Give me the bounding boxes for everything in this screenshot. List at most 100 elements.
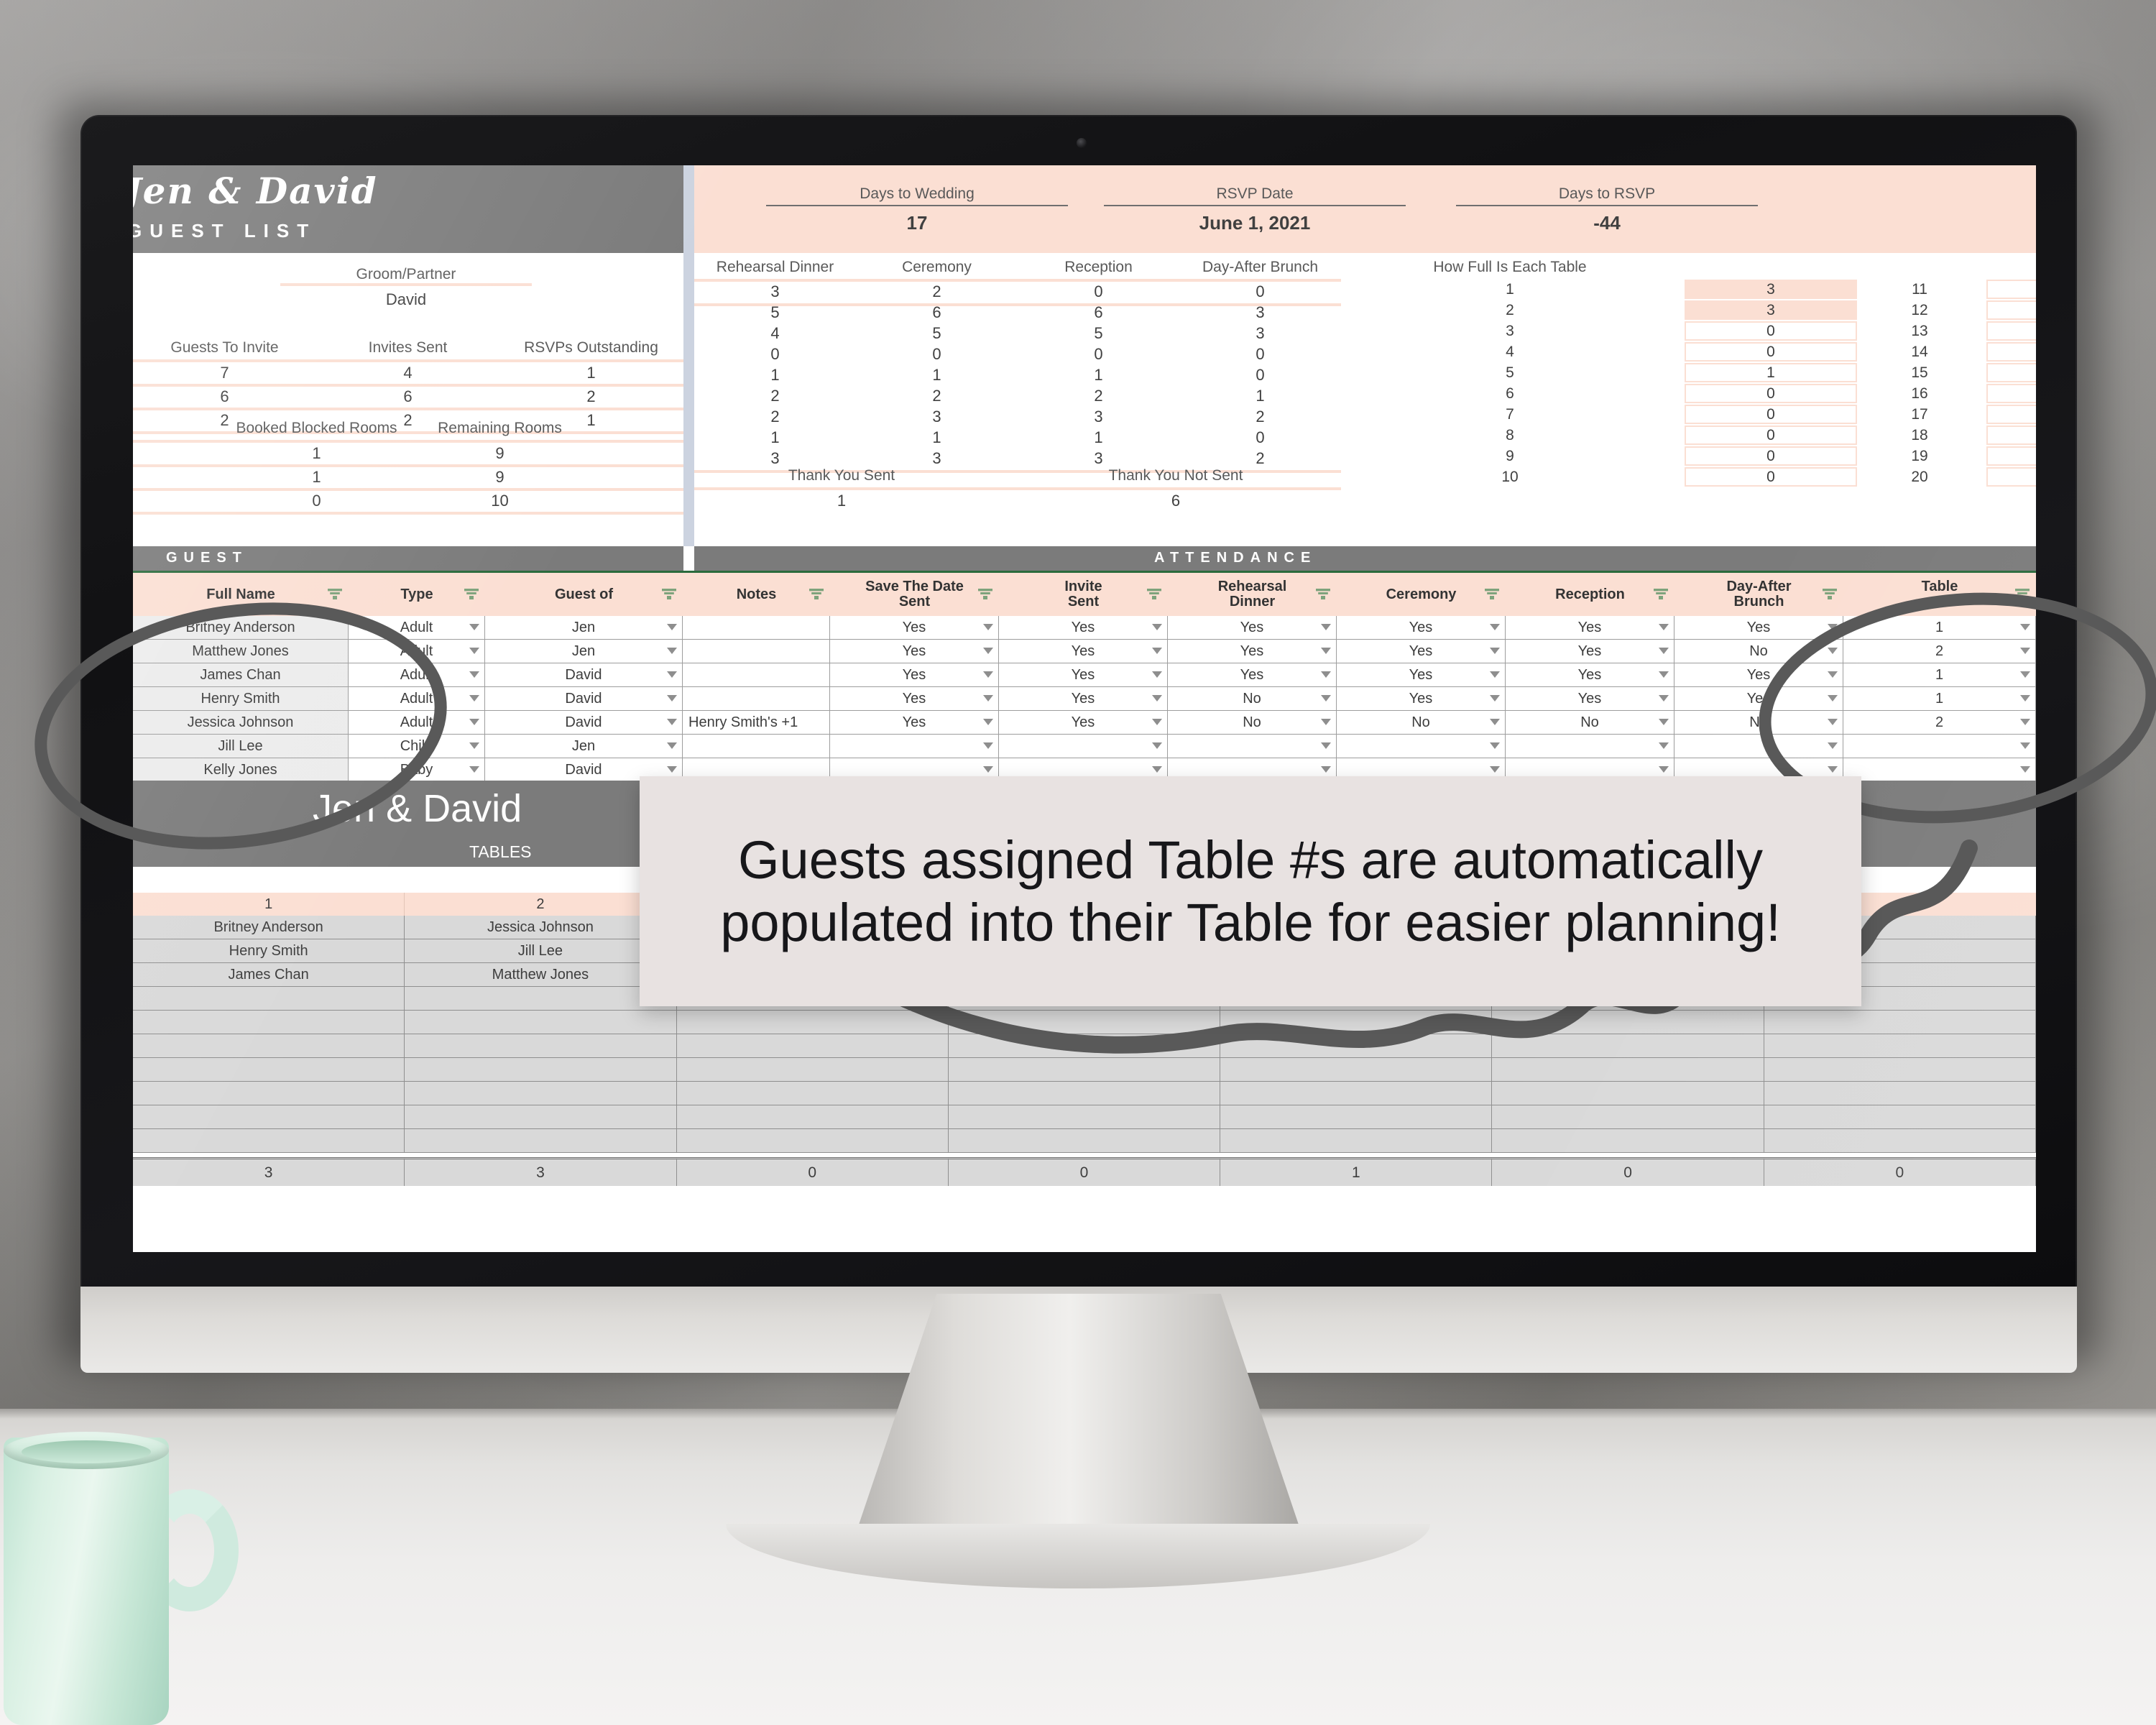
cell-table[interactable]: 1	[1843, 616, 2036, 640]
cell-ceremony[interactable]: Yes	[1337, 616, 1506, 640]
seat-cell[interactable]: Matthew Jones	[405, 963, 677, 987]
cell-ceremony[interactable]	[1337, 735, 1506, 758]
filter-icon[interactable]	[1485, 589, 1499, 600]
cell-reception[interactable]: Yes	[1506, 663, 1674, 687]
dropdown-caret-icon[interactable]	[469, 766, 479, 773]
seat-cell[interactable]	[133, 1129, 405, 1153]
dropdown-caret-icon[interactable]	[1152, 671, 1162, 678]
table-fullness-cell[interactable]	[1986, 467, 2036, 487]
dropdown-caret-icon[interactable]	[983, 624, 993, 630]
seat-cell[interactable]	[948, 1129, 1221, 1153]
seat-cell[interactable]	[1492, 1105, 1764, 1129]
dropdown-caret-icon[interactable]	[1828, 695, 1838, 702]
column-header-full-name[interactable]: Full Name	[133, 573, 349, 616]
table-fullness-cell[interactable]	[1986, 342, 2036, 362]
seat-cell[interactable]: Jill Lee	[405, 939, 677, 963]
cell-brunch[interactable]: Yes	[1674, 616, 1843, 640]
column-header-guest-of[interactable]: Guest of	[485, 573, 683, 616]
cell-name[interactable]: Kelly Jones	[133, 758, 349, 782]
cell-rehearsal[interactable]: No	[1168, 711, 1337, 735]
cell-notes[interactable]	[683, 663, 830, 687]
dropdown-caret-icon[interactable]	[469, 742, 479, 749]
seat-cell[interactable]	[948, 1034, 1221, 1058]
cell-type[interactable]: Adult	[349, 663, 485, 687]
filter-icon[interactable]	[1823, 589, 1837, 600]
cell-type[interactable]: Adult	[349, 711, 485, 735]
seat-cell[interactable]	[1492, 1129, 1764, 1153]
dropdown-caret-icon[interactable]	[1659, 766, 1669, 773]
column-header-day-after-brunch[interactable]: Day-After Brunch	[1674, 573, 1843, 616]
cell-brunch[interactable]: No	[1674, 711, 1843, 735]
filter-icon[interactable]	[1316, 589, 1330, 600]
dropdown-caret-icon[interactable]	[1321, 742, 1331, 749]
cell-reception[interactable]	[1506, 735, 1674, 758]
table-fullness-cell[interactable]: 0	[1685, 321, 1857, 341]
dropdown-caret-icon[interactable]	[1321, 648, 1331, 654]
seat-cell[interactable]	[676, 1011, 949, 1034]
cell-rehearsal[interactable]: No	[1168, 687, 1337, 711]
cell-notes[interactable]: Henry Smith's +1	[683, 711, 830, 735]
cell-save_the_date[interactable]: Yes	[830, 687, 999, 711]
dropdown-caret-icon[interactable]	[983, 766, 993, 773]
dropdown-caret-icon[interactable]	[983, 742, 993, 749]
seat-cell[interactable]	[1220, 1082, 1493, 1105]
dropdown-caret-icon[interactable]	[1659, 695, 1669, 702]
table-fullness-cell[interactable]	[1986, 384, 2036, 403]
table-fullness-cell[interactable]: 1	[1685, 363, 1857, 382]
seat-cell[interactable]	[133, 1105, 405, 1129]
table-row[interactable]: Jill Lee Child Jen	[133, 735, 2036, 758]
cell-save_the_date[interactable]: Yes	[830, 616, 999, 640]
seat-cell[interactable]	[948, 1082, 1221, 1105]
cell-type[interactable]: Adult	[349, 640, 485, 663]
column-header-rehearsal-dinner[interactable]: Rehearsal Dinner	[1168, 573, 1337, 616]
dropdown-caret-icon[interactable]	[983, 719, 993, 725]
table-fullness-cell[interactable]	[1986, 446, 2036, 466]
filter-icon[interactable]	[1147, 589, 1161, 600]
cell-table[interactable]: 2	[1843, 640, 2036, 663]
dropdown-caret-icon[interactable]	[1152, 624, 1162, 630]
seat-cell[interactable]	[405, 1105, 677, 1129]
dropdown-caret-icon[interactable]	[1659, 671, 1669, 678]
column-header-reception[interactable]: Reception	[1506, 573, 1674, 616]
dropdown-caret-icon[interactable]	[1152, 742, 1162, 749]
cell-name[interactable]: Britney Anderson	[133, 616, 349, 640]
seat-cell[interactable]	[1220, 1034, 1493, 1058]
cell-reception[interactable]: Yes	[1506, 687, 1674, 711]
cell-type[interactable]: Baby	[349, 758, 485, 782]
seat-cell[interactable]	[1764, 1082, 2036, 1105]
table-fullness-cell[interactable]	[1986, 405, 2036, 424]
seat-cell[interactable]	[405, 1058, 677, 1082]
cell-notes[interactable]	[683, 640, 830, 663]
filter-icon[interactable]	[328, 589, 342, 600]
cell-guest_of[interactable]: David	[485, 663, 683, 687]
cell-notes[interactable]	[683, 735, 830, 758]
cell-reception[interactable]: No	[1506, 711, 1674, 735]
cell-invite[interactable]: Yes	[999, 663, 1168, 687]
column-header-type[interactable]: Type	[349, 573, 485, 616]
dropdown-caret-icon[interactable]	[1490, 742, 1500, 749]
column-header-save-the-date-sent[interactable]: Save The Date Sent	[830, 573, 999, 616]
seat-cell[interactable]	[1764, 1058, 2036, 1082]
seat-cell[interactable]	[1764, 1034, 2036, 1058]
dropdown-caret-icon[interactable]	[469, 624, 479, 630]
dropdown-caret-icon[interactable]	[1828, 624, 1838, 630]
cell-save_the_date[interactable]	[830, 735, 999, 758]
dropdown-caret-icon[interactable]	[1152, 648, 1162, 654]
cell-guest_of[interactable]: Jen	[485, 640, 683, 663]
cell-reception[interactable]: Yes	[1506, 616, 1674, 640]
dropdown-caret-icon[interactable]	[1490, 671, 1500, 678]
cell-table[interactable]: 2	[1843, 711, 2036, 735]
cell-name[interactable]: Henry Smith	[133, 687, 349, 711]
cell-invite[interactable]	[999, 735, 1168, 758]
seat-cell[interactable]	[948, 1105, 1221, 1129]
table-fullness-cell[interactable]	[1986, 321, 2036, 341]
seat-cell[interactable]	[1220, 1129, 1493, 1153]
column-header-notes[interactable]: Notes	[683, 573, 830, 616]
cell-rehearsal[interactable]: Yes	[1168, 616, 1337, 640]
cell-name[interactable]: Jessica Johnson	[133, 711, 349, 735]
seat-cell[interactable]	[133, 1011, 405, 1034]
seat-cell[interactable]	[948, 1011, 1221, 1034]
dropdown-caret-icon[interactable]	[469, 695, 479, 702]
seat-cell[interactable]	[676, 1129, 949, 1153]
dropdown-caret-icon[interactable]	[2020, 719, 2030, 725]
